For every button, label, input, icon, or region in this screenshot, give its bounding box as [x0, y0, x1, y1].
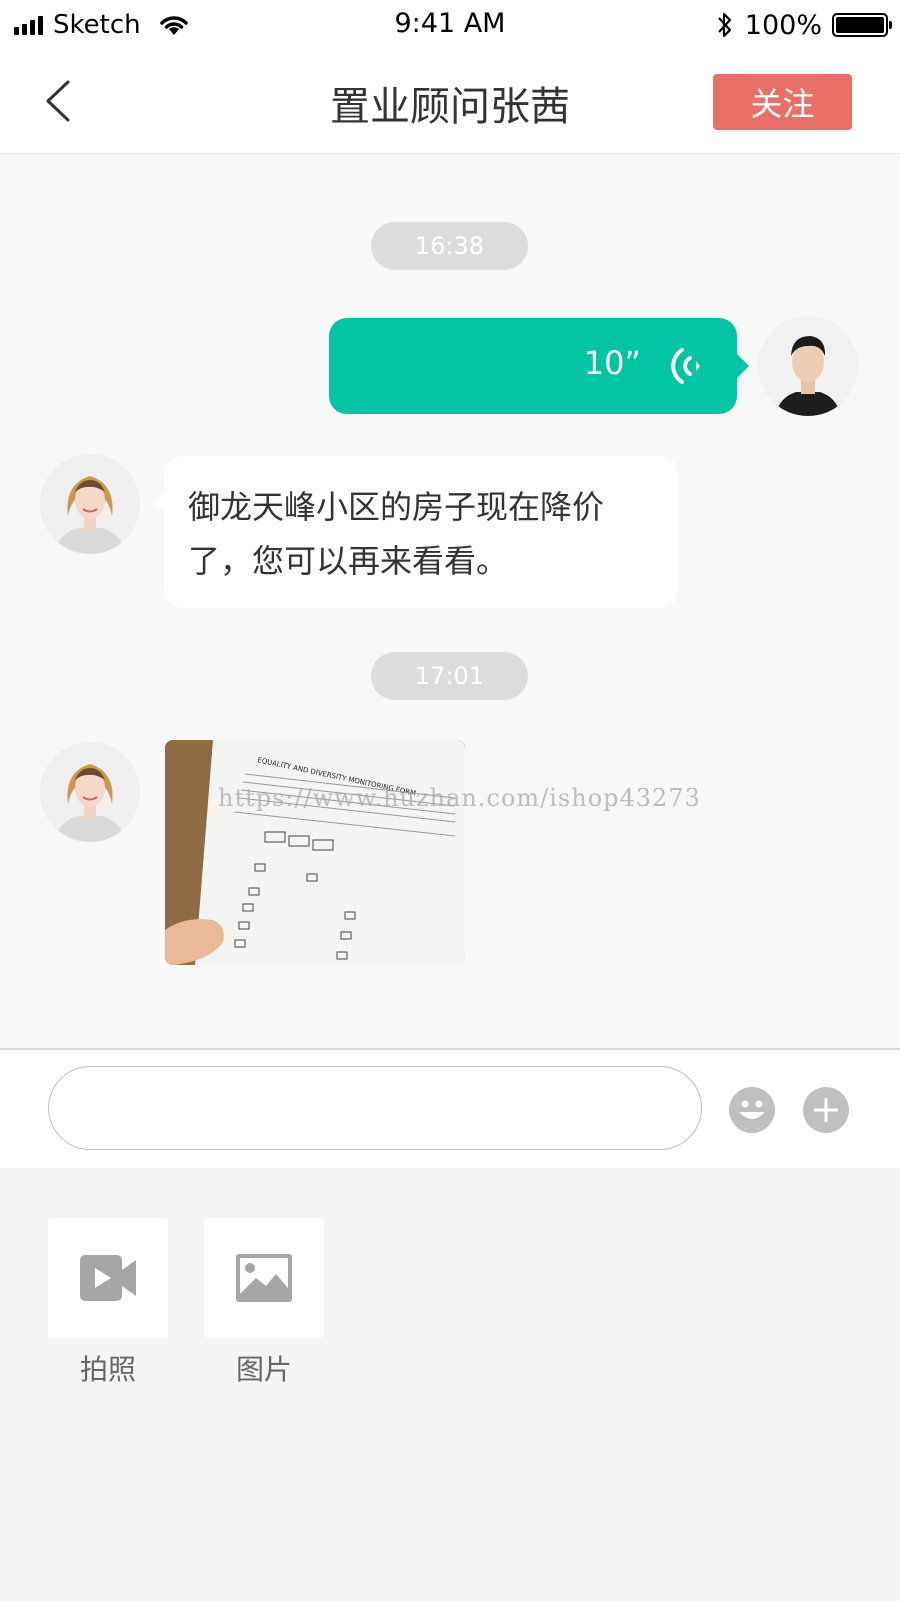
nav-bar: 置业顾问张茜 关注 [0, 50, 900, 154]
action-panel: 拍照 图片 [0, 1168, 900, 1601]
camera-action-label: 拍照 [79, 1353, 136, 1386]
advisor-avatar[interactable] [40, 454, 140, 554]
image-action-label: 图片 [235, 1353, 292, 1386]
image-icon [236, 1254, 292, 1302]
voice-wave-icon [671, 348, 700, 384]
chat-area[interactable]: 16:38 10” 御龙天峰小区的房子现在降价了，您可以再来看看。 17:01 … [0, 154, 900, 1048]
battery-percent: 100% [744, 9, 822, 41]
image-message[interactable]: EQUALITY AND DIVERSITY MONITORING FORM [165, 740, 465, 965]
video-camera-icon [80, 1255, 136, 1301]
voice-message-bubble[interactable]: 10” [329, 318, 749, 414]
my-avatar[interactable] [758, 316, 858, 416]
image-action-button[interactable] [204, 1218, 324, 1338]
bluetooth-icon [717, 12, 731, 38]
status-bar: Sketch 9:41 AM 100% [0, 0, 900, 50]
watermark-text: https://www.huzhan.com/ishop43273 [218, 784, 701, 812]
emoji-icon[interactable] [728, 1086, 776, 1134]
form-photo: EQUALITY AND DIVERSITY MONITORING FORM [165, 740, 465, 965]
input-bar [0, 1048, 900, 1170]
battery-icon [832, 13, 892, 37]
follow-button[interactable]: 关注 [713, 74, 852, 130]
message-text: 御龙天峰小区的房子现在降价了，您可以再来看看。 [188, 488, 605, 580]
message-input[interactable] [48, 1066, 702, 1150]
plus-icon[interactable] [802, 1086, 850, 1134]
text-message-bubble[interactable]: 御龙天峰小区的房子现在降价了，您可以再来看看。 [154, 456, 678, 608]
advisor-avatar[interactable] [40, 742, 140, 842]
timestamp-pill: 16:38 [371, 222, 528, 270]
camera-action-button[interactable] [48, 1218, 168, 1338]
status-right: 100% [715, 9, 892, 41]
timestamp-pill: 17:01 [371, 652, 528, 700]
voice-duration: 10” [583, 344, 641, 382]
